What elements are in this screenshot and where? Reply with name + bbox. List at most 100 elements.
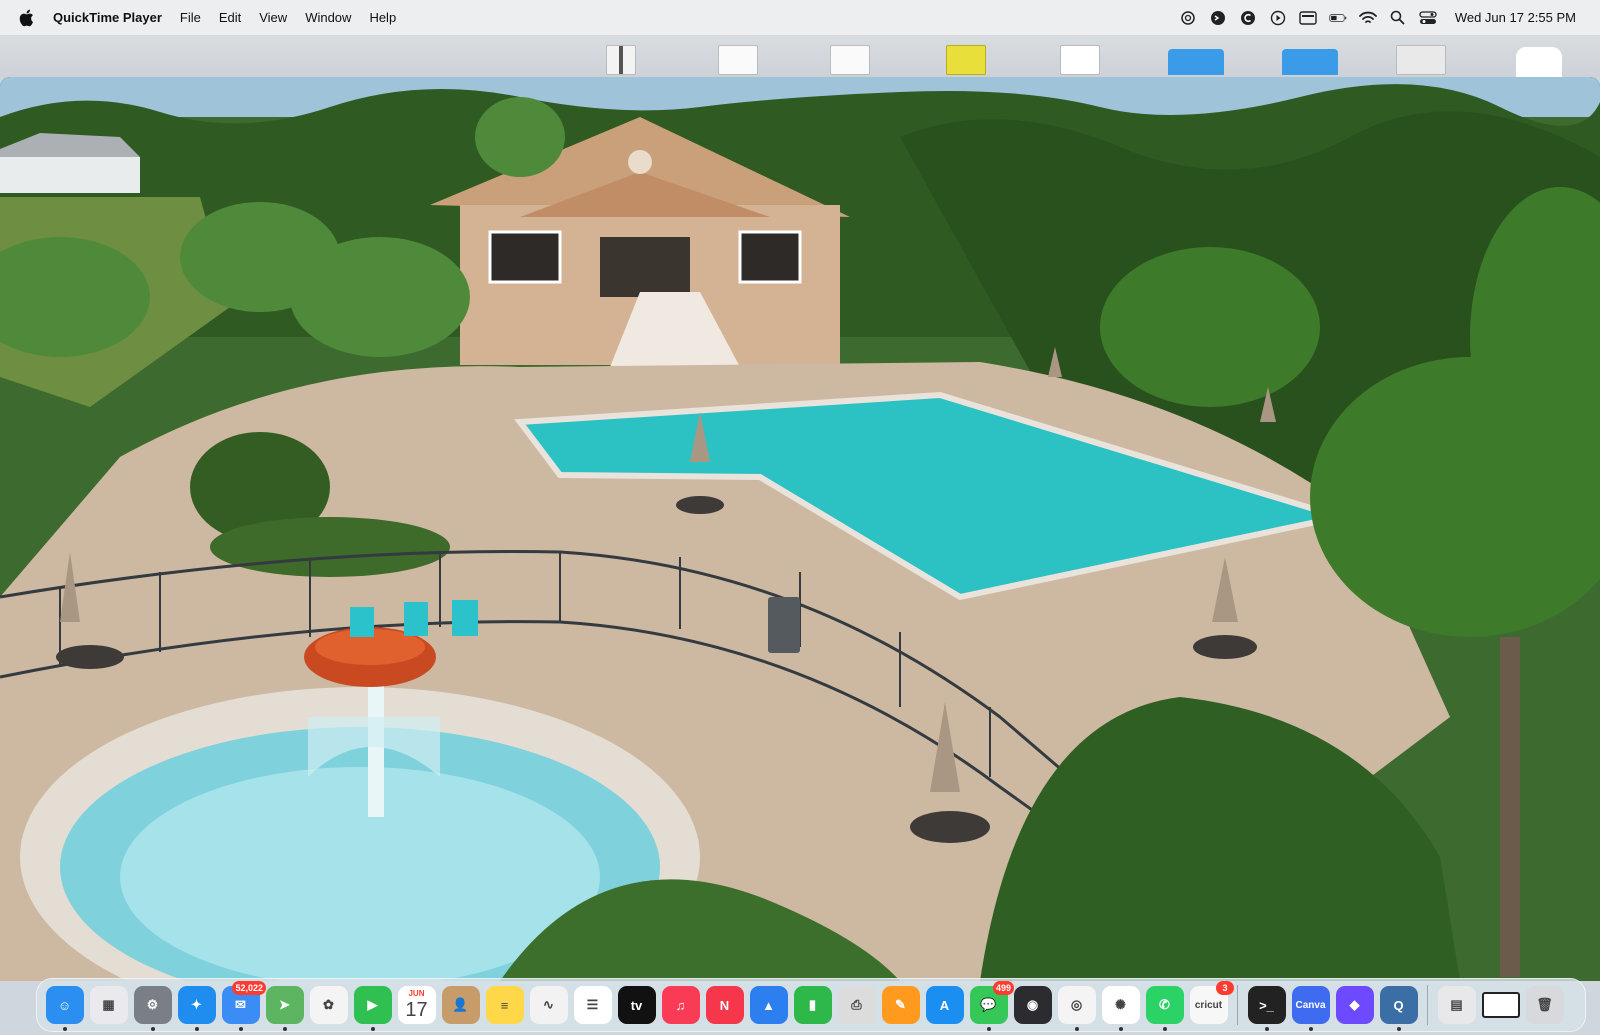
dock-launchpad[interactable]: ▦ — [87, 984, 130, 1027]
c-circle-icon[interactable] — [1239, 9, 1257, 27]
app-menu-quicktime[interactable]: QuickTime Player — [51, 10, 171, 25]
dock-numbers[interactable]: ▮ — [791, 984, 834, 1027]
dock-contacts[interactable]: 👤 — [439, 984, 482, 1027]
dock-safari[interactable]: ✦ — [175, 984, 218, 1031]
launchpad-icon: ▦ — [89, 986, 128, 1024]
dock-chatgpt[interactable]: ✺ — [1099, 984, 1142, 1031]
dock-quicktime[interactable]: Q — [1377, 984, 1420, 1031]
desktop-file[interactable] — [830, 45, 870, 75]
photos-icon: ✿ — [309, 986, 348, 1024]
maps-icon: ➤ — [265, 986, 304, 1024]
menu-edit[interactable]: Edit — [210, 10, 250, 25]
chatgpt-icon[interactable] — [1179, 9, 1197, 27]
display-icon[interactable] — [1299, 9, 1317, 27]
running-indicator — [1264, 1026, 1269, 1031]
dock-whatsapp[interactable]: ✆ — [1143, 984, 1186, 1031]
dock-canva[interactable]: Canva — [1289, 984, 1332, 1031]
dock-cricut[interactable]: cricut 3 — [1187, 980, 1234, 1027]
running-indicator — [1308, 1026, 1313, 1031]
dock-messages[interactable]: 💬 499 — [967, 980, 1014, 1031]
control-center-icon[interactable] — [1419, 9, 1437, 27]
numbers-icon: ▮ — [793, 986, 832, 1024]
dock-reminders[interactable]: ☰ — [571, 984, 614, 1027]
wifi-icon[interactable] — [1358, 9, 1377, 27]
dock-keynote[interactable]: ▲ — [747, 984, 790, 1027]
dock-photos[interactable]: ✿ — [307, 984, 350, 1027]
running-indicator — [370, 1026, 375, 1031]
reminders-icon: ☰ — [573, 986, 612, 1024]
menu-clock[interactable]: Wed Jun 17 2:55 PM — [1455, 10, 1576, 25]
apple-menu-icon[interactable] — [17, 9, 35, 27]
desktop-file[interactable] — [1396, 45, 1446, 75]
keynote-icon: ▲ — [749, 986, 788, 1024]
notification-badge: 3 — [1216, 980, 1234, 995]
search-icon[interactable] — [1389, 9, 1407, 27]
dock-system-settings[interactable]: ⚙ — [131, 984, 174, 1031]
running-indicator — [150, 1026, 155, 1031]
news-icon: N — [705, 986, 744, 1024]
dock-mail[interactable]: ✉ 52,022 — [219, 980, 266, 1031]
dock-finder[interactable]: ☺ — [43, 984, 86, 1031]
obs-icon: ◉ — [1013, 986, 1052, 1024]
desktop-strip — [0, 35, 1600, 77]
menu-bar: QuickTime Player File Edit View Window H… — [0, 0, 1600, 35]
dock-facetime[interactable]: ▶ — [351, 984, 394, 1031]
dock-maps[interactable]: ➤ — [263, 984, 306, 1031]
running-indicator — [1396, 1026, 1401, 1031]
notification-badge: 52,022 — [232, 980, 266, 995]
dock-calendar[interactable]: JUN 17 — [395, 984, 438, 1027]
chatgpt-icon: ✺ — [1101, 986, 1140, 1024]
whatsapp-icon: ✆ — [1145, 986, 1184, 1024]
running-indicator — [1074, 1026, 1079, 1031]
folder-icon[interactable] — [1282, 49, 1338, 75]
dock-downloads-stack[interactable]: ▤ — [1435, 984, 1478, 1027]
running-indicator — [238, 1026, 243, 1031]
pages-icon: ✎ — [881, 986, 920, 1024]
menu-help[interactable]: Help — [360, 10, 405, 25]
dock-separator — [1237, 985, 1238, 1025]
dock-trash[interactable]: 🗑 — [1523, 984, 1566, 1027]
dock-terminal[interactable]: >_ — [1245, 984, 1288, 1031]
chatgpt-desktop-icon[interactable] — [1516, 47, 1562, 77]
system-settings-icon: ⚙ — [133, 986, 172, 1024]
play-circle-icon[interactable] — [1269, 9, 1287, 27]
safari-icon: ✦ — [177, 986, 216, 1024]
menu-window[interactable]: Window — [296, 10, 360, 25]
folder-icon[interactable] — [1168, 49, 1224, 75]
dock-screen-window[interactable] — [1479, 984, 1522, 1027]
desktop-file[interactable] — [606, 45, 636, 75]
running-indicator — [282, 1026, 287, 1031]
dock-apple-tv[interactable]: tv — [615, 984, 658, 1027]
running-indicator — [986, 1026, 991, 1031]
music-icon: ♫ — [661, 986, 700, 1024]
trash-icon: 🗑 — [1525, 986, 1564, 1024]
desktop-file[interactable] — [1060, 45, 1100, 75]
dock-pages[interactable]: ✎ — [879, 984, 922, 1027]
desktop-file[interactable] — [946, 45, 986, 75]
dock-printer[interactable]: ⎙ — [835, 984, 878, 1027]
script-icon[interactable] — [1209, 9, 1227, 27]
pool-scene-image — [0, 77, 1600, 981]
apple-tv-icon: tv — [617, 986, 656, 1024]
dock: ☺ ▦ ⚙ ✦ ✉ 52,022 ➤ ✿ ▶ JUN 17 👤 ≡ ∿ ☰ tv ♫ N ▲ ▮ ⎙ ✎ A 💬 499 ◉ ◎ ✺ ✆… — [36, 978, 1586, 1032]
dock-proton-drive[interactable]: ◆ — [1333, 984, 1376, 1027]
screen-window-icon — [1481, 992, 1520, 1018]
quicktime-icon: Q — [1379, 986, 1418, 1024]
desktop-file[interactable] — [718, 45, 758, 75]
dock-app-store[interactable]: A — [923, 984, 966, 1027]
menu-view[interactable]: View — [250, 10, 296, 25]
menu-file[interactable]: File — [171, 10, 210, 25]
dock-obs[interactable]: ◉ — [1011, 984, 1054, 1027]
battery-icon[interactable] — [1329, 9, 1347, 27]
status-area: Wed Jun 17 2:55 PM — [1179, 9, 1600, 27]
canva-icon: Canva — [1291, 986, 1330, 1024]
dock-music[interactable]: ♫ — [659, 984, 702, 1027]
dock-chrome[interactable]: ◎ — [1055, 984, 1098, 1031]
dock-freeform[interactable]: ∿ — [527, 984, 570, 1027]
running-indicator — [1162, 1026, 1167, 1031]
video-frame[interactable] — [0, 77, 1600, 981]
calendar-day: 17 — [405, 999, 428, 1021]
dock-notes[interactable]: ≡ — [483, 984, 526, 1027]
terminal-icon: >_ — [1247, 986, 1286, 1024]
dock-news[interactable]: N — [703, 984, 746, 1027]
